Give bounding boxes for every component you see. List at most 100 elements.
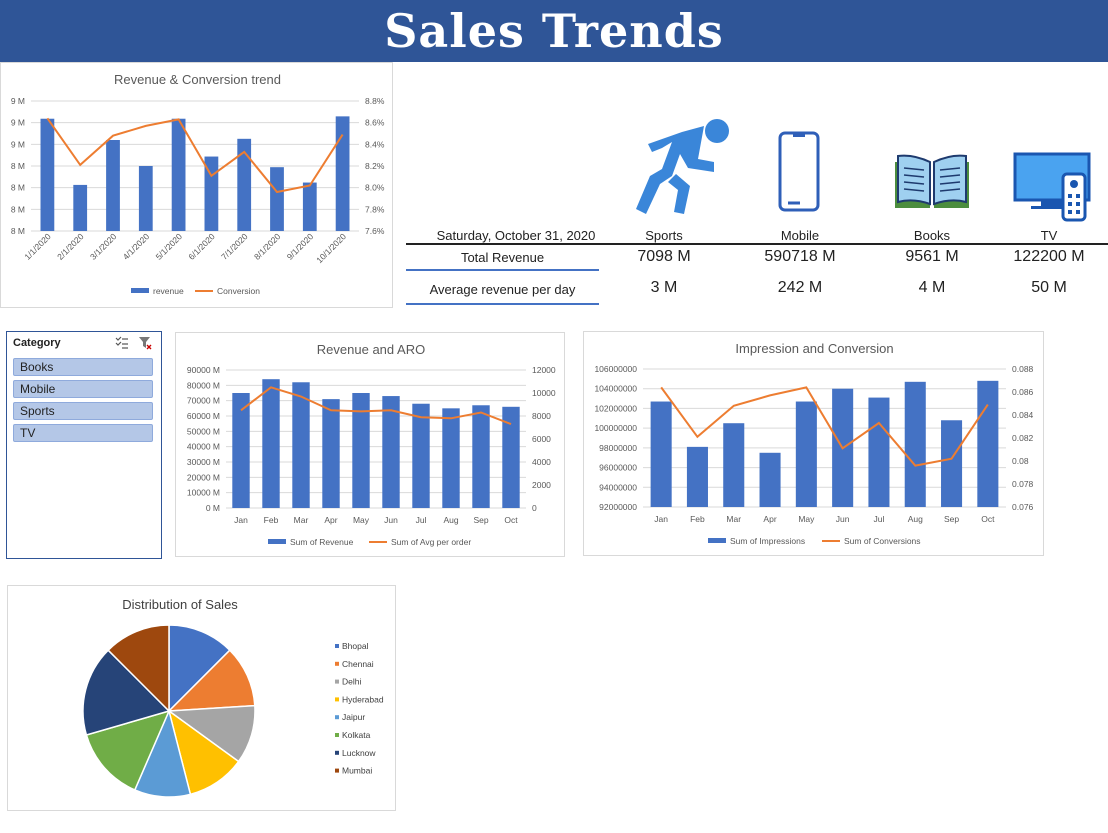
y-tick-label: 50000 M (187, 426, 220, 436)
x-tick-label: 5/1/2020 (154, 231, 185, 262)
legend-swatch (335, 644, 339, 648)
bar (442, 408, 460, 508)
slicer-item-tv[interactable]: TV (13, 424, 153, 442)
x-tick-label: Sep (473, 515, 488, 525)
y2-tick-label: 0 (532, 503, 537, 513)
y2-tick-label: 8.0% (365, 183, 385, 193)
kpi-date: Saturday, October 31, 2020 (436, 228, 596, 243)
y-tick-label: 9 M (11, 96, 25, 106)
series-line (46, 117, 344, 194)
x-tick-label: Aug (908, 514, 923, 524)
x-tick-label: May (798, 514, 815, 524)
running-person-icon (636, 119, 729, 214)
y-tick-label: 40000 M (187, 442, 220, 452)
bar (270, 167, 284, 231)
revenue-conversion-chart[interactable]: Revenue & Conversion trend 8 M 8 M 8 M 8 M 9 … (0, 62, 393, 308)
series-line (660, 386, 989, 467)
legend-label: Conversion (217, 286, 260, 296)
y-tick-label: 8 M (11, 226, 25, 236)
legend-swatch (335, 715, 339, 720)
y2-tick-label: 8.6% (365, 118, 385, 128)
legend-swatch (335, 750, 339, 755)
kpi-row-underline (406, 269, 599, 271)
y2-tick-label: 0.08 (1012, 456, 1029, 466)
bar (302, 182, 317, 231)
y2-tick-label: 0.086 (1012, 387, 1034, 397)
bar (292, 382, 310, 508)
bar (106, 140, 120, 231)
slicer-item-sports[interactable]: Sports (13, 402, 153, 420)
y-tick-label: 106000000 (594, 364, 637, 374)
bar (138, 166, 153, 231)
x-tick-label: 7/1/2020 (219, 231, 250, 262)
kpi-row-underline (406, 303, 599, 305)
kpi-value: 4 M (918, 279, 946, 296)
slicer-item-books[interactable]: Books (13, 358, 153, 376)
kpi-value: 3 M (650, 279, 678, 296)
bar (941, 420, 963, 507)
x-tick-label: 1/1/2020 (22, 231, 53, 262)
bar (723, 423, 745, 507)
x-tick-label: Feb (690, 514, 705, 524)
kpi-value: 50 M (1031, 279, 1067, 296)
y-tick-label: 102000000 (594, 403, 637, 413)
y-tick-label: 104000000 (594, 384, 637, 394)
kpi-value: 242 M (777, 279, 823, 296)
y2-tick-label: 7.6% (365, 226, 385, 236)
bar (412, 403, 430, 508)
legend-label: Sum of Avg per order (391, 537, 471, 547)
slicer-item-mobile[interactable]: Mobile (13, 380, 153, 398)
x-tick-label: Oct (504, 515, 518, 525)
bar (904, 381, 926, 507)
slicer-title: Category (13, 337, 61, 349)
bar (40, 118, 55, 231)
clear-filter-icon[interactable] (138, 336, 152, 350)
series-line (240, 386, 512, 426)
distribution-of-sales-chart[interactable]: Distribution of Sales Bhopal Chennai Delhi H… (7, 585, 396, 811)
bar (868, 397, 890, 507)
y-tick-label: 92000000 (599, 502, 637, 512)
legend-label: Hyderabad (342, 694, 384, 704)
legend-swatch (335, 661, 339, 666)
y-tick-label: 60000 M (187, 411, 220, 421)
x-tick-label: 6/1/2020 (186, 231, 217, 262)
x-tick-label: Jun (836, 514, 850, 524)
revenue-aro-svg: Revenue and ARO 0 M 10000 M 20000 M 30000 M 4… (187, 342, 556, 547)
y-tick-label: 30000 M (187, 457, 220, 467)
legend-swatch (335, 679, 339, 684)
x-tick-label: Feb (264, 515, 279, 525)
y2-tick-label: 10000 (532, 388, 556, 398)
x-tick-label: Apr (763, 514, 776, 524)
y-tick-label: 80000 M (187, 380, 220, 390)
bar (472, 405, 490, 508)
x-tick-label: 9/1/2020 (285, 231, 316, 262)
multi-select-icon[interactable] (115, 336, 129, 350)
bar (335, 116, 350, 231)
y2-tick-label: 4000 (532, 457, 551, 467)
x-tick-label: Jun (384, 515, 398, 525)
kpi-header-divider (406, 243, 1108, 245)
distribution-of-sales-svg: Distribution of Sales Bhopal Chennai Delhi H… (82, 597, 384, 798)
legend-label: Bhopal (342, 641, 369, 651)
kpi-value: 7098 M (637, 248, 691, 265)
y-tick-label: 8 M (11, 161, 25, 171)
bar (322, 399, 340, 508)
legend-label: revenue (153, 286, 184, 296)
y2-tick-label: 8.8% (365, 96, 385, 106)
impression-conversion-chart[interactable]: Impression and Conversion 92000000 9400000… (583, 331, 1044, 556)
y2-tick-label: 6000 (532, 434, 551, 444)
x-tick-label: 10/1/2020 (314, 231, 348, 265)
x-tick-label: May (353, 515, 370, 525)
chart-title: Revenue & Conversion trend (114, 72, 281, 87)
legend-swatch-bar (131, 288, 149, 293)
revenue-aro-chart[interactable]: Revenue and ARO 0 M 10000 M 20000 M 30000 M 4… (175, 332, 565, 557)
legend-label: Mumbai (342, 766, 372, 776)
bar (73, 184, 88, 231)
bar (759, 452, 781, 507)
page-title: Sales Trends (384, 4, 724, 58)
legend-swatch (335, 733, 339, 737)
y-tick-label: 0 M (206, 503, 220, 513)
bar (262, 379, 280, 508)
category-slicer: Category Books Mobile Sports TV (6, 331, 162, 559)
y2-tick-label: 0.084 (1012, 410, 1034, 420)
